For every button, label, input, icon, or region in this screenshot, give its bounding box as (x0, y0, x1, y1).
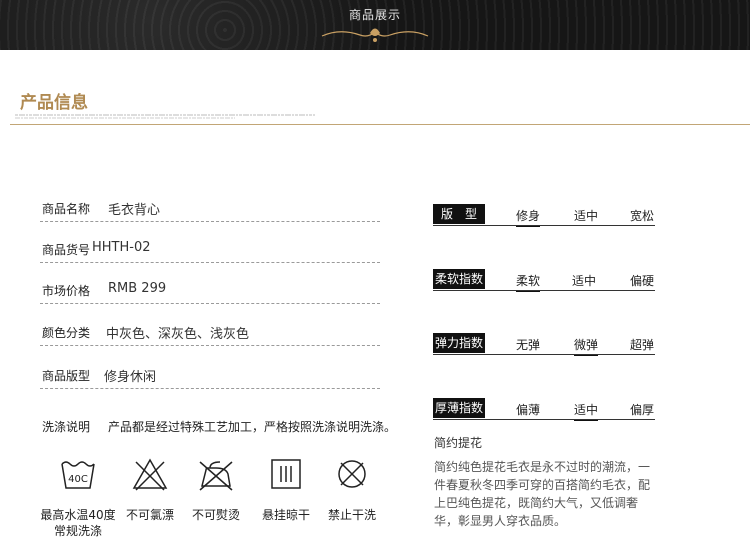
price-label: 市场价格 (42, 284, 91, 298)
fit-value: 修身休闲 (104, 370, 157, 385)
attr-badge: 柔软指数 (433, 269, 485, 289)
hang-dry-icon (271, 459, 301, 489)
description-title: 简约提花 (434, 436, 483, 450)
attr-option: 微弹 (574, 336, 599, 356)
section-title: 产品信息 (20, 93, 88, 113)
care-label-wash-2: 常规洗涤 (53, 524, 102, 538)
name-value: 毛衣背心 (108, 203, 161, 218)
row-divider (40, 345, 380, 346)
wash-instructions: 产品都是经过特殊工艺加工，严格按照洗涤说明洗涤。 (108, 420, 397, 434)
no-iron-icon (199, 461, 233, 491)
attr-thickness: 厚薄指数 偏薄 适中 偏厚 (433, 398, 655, 422)
care-label-wash: 最高水温40度 (40, 508, 116, 522)
attr-elasticity: 弹力指数 无弹 微弹 超弹 (433, 333, 655, 357)
info-row-name: 商品名称 毛衣背心 (40, 192, 380, 222)
info-row-fit: 商品版型 修身休闲 (40, 359, 380, 389)
attr-baseline (433, 290, 655, 291)
color-label: 颜色分类 (42, 326, 91, 340)
info-row-price: 市场价格 RMB 299 (40, 274, 380, 304)
care-label-dryclean: 禁止干洗 (327, 508, 376, 522)
attr-baseline (433, 419, 655, 420)
attr-option: 无弹 (516, 338, 541, 352)
attr-badge: 厚薄指数 (433, 398, 485, 418)
attr-option: 超弹 (630, 338, 655, 352)
attr-baseline (433, 354, 655, 355)
price-value: RMB 299 (108, 281, 167, 296)
attr-option: 修身 (516, 207, 541, 227)
top-banner: 商品展示 (0, 0, 750, 50)
attr-option: 柔软 (516, 272, 541, 292)
section-divider (10, 124, 750, 125)
attr-option: 偏厚 (630, 403, 655, 417)
care-label-iron: 不可熨烫 (191, 508, 240, 522)
no-bleach-icon (132, 458, 168, 491)
attr-option: 适中 (572, 274, 597, 288)
row-divider (40, 221, 380, 222)
no-dry-clean-icon (338, 460, 366, 488)
attr-option: 适中 (574, 401, 599, 421)
wash-label: 洗涤说明 (42, 420, 91, 434)
fit-label: 商品版型 (42, 369, 91, 383)
attr-option: 适中 (574, 209, 599, 223)
attr-badge: 版 型 (433, 204, 485, 224)
attr-option: 宽松 (630, 209, 655, 223)
code-value: HHTH-02 (92, 240, 151, 255)
ornament-icon (321, 28, 429, 42)
wash-temp-text: 40C (68, 474, 88, 485)
wash-40-icon: 40C (61, 461, 95, 489)
attr-fit: 版 型 修身 适中 宽松 (433, 204, 655, 228)
section-subtext-decoration (15, 114, 315, 119)
attr-option: 偏硬 (630, 274, 655, 288)
banner-title: 商品展示 (348, 8, 401, 22)
info-row-color: 颜色分类 中灰色、深灰色、浅灰色 (40, 316, 380, 346)
info-row-code: 商品货号 HHTH-02 (40, 233, 380, 263)
attr-baseline (433, 225, 655, 226)
attr-badge: 弹力指数 (433, 333, 485, 353)
attr-softness: 柔软指数 柔软 适中 偏硬 (433, 269, 655, 293)
code-label: 商品货号 (42, 243, 91, 257)
row-divider (40, 388, 380, 389)
color-value: 中灰色、深灰色、浅灰色 (106, 327, 250, 342)
row-divider (40, 262, 380, 263)
name-label: 商品名称 (42, 202, 91, 216)
attr-option: 偏薄 (516, 403, 541, 417)
description-text: 简约纯色提花毛衣是永不过时的潮流，一件春夏秋冬四季可穿的百搭简约毛衣，配上巴纯色… (434, 460, 651, 528)
row-divider (40, 303, 380, 304)
